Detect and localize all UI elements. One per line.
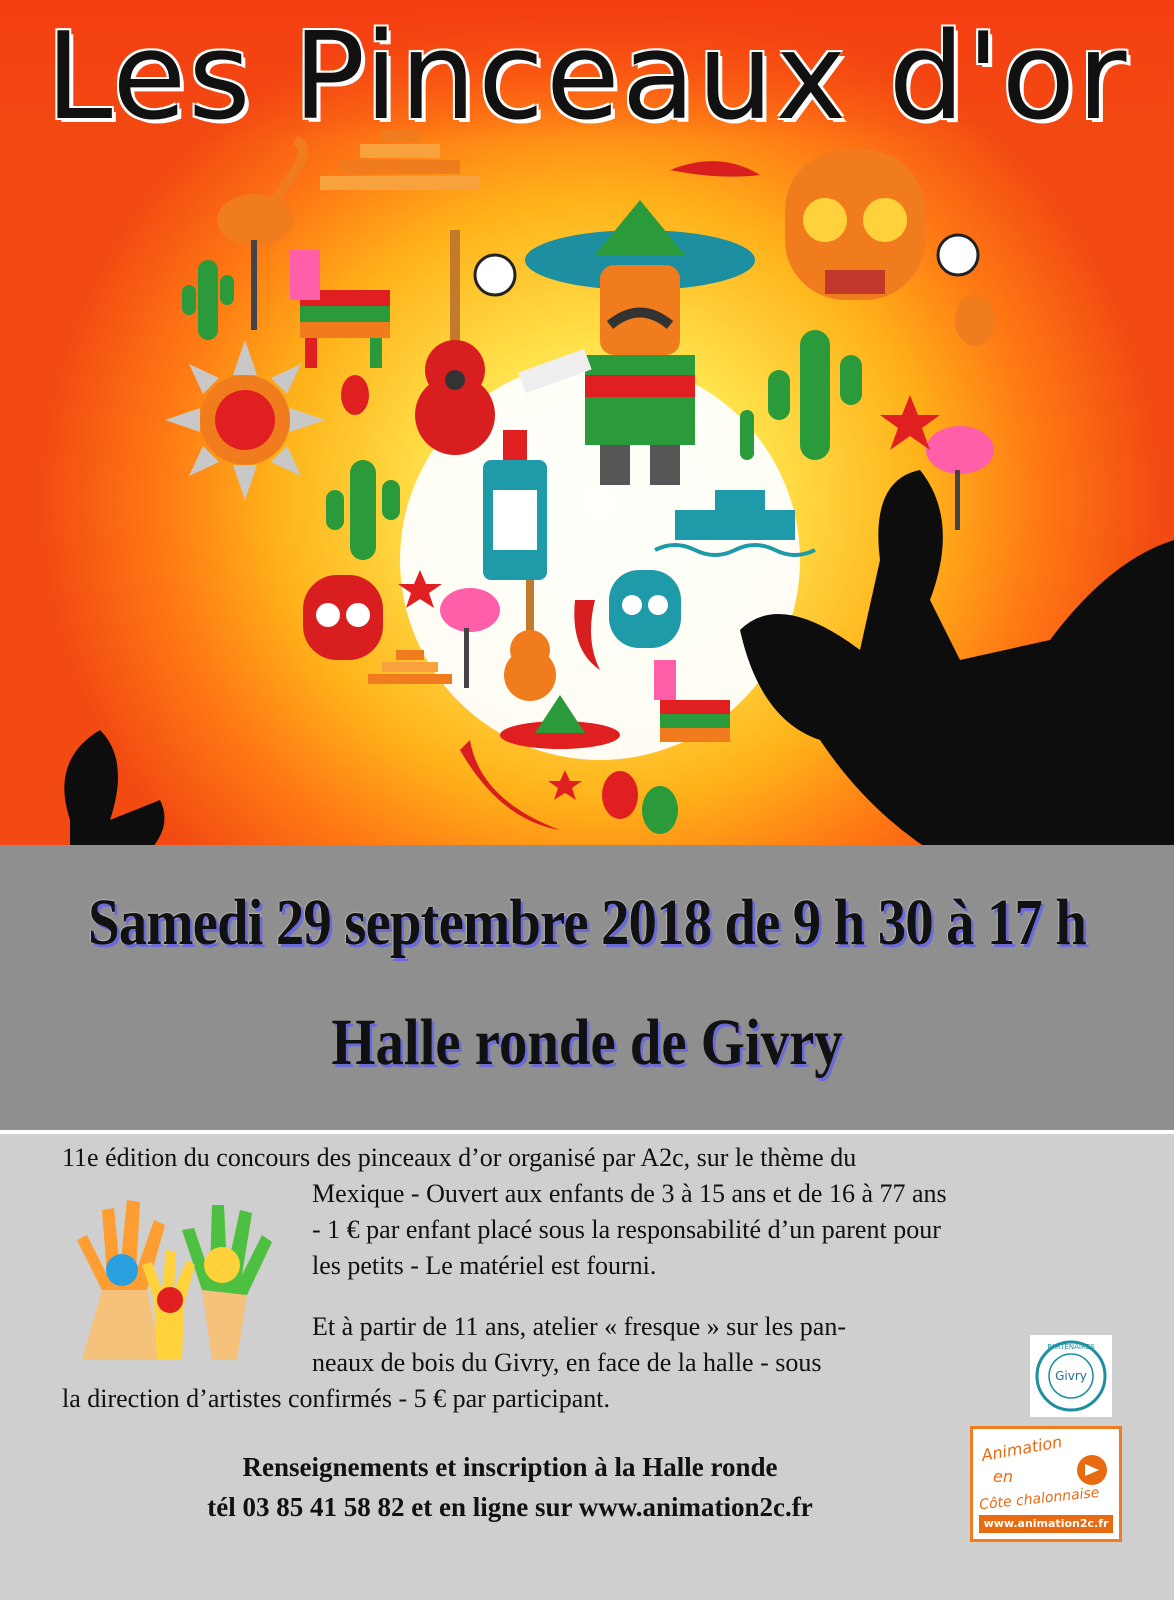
description-line-4: les petits - Le matériel est fourni. xyxy=(312,1251,657,1280)
poster-title: Les Pinceaux d'or xyxy=(45,8,1129,147)
skull-icon xyxy=(785,150,925,300)
red-skull-icon xyxy=(303,575,383,660)
event-venue: Halle ronde de Givry xyxy=(331,1006,843,1079)
description-line-7: la direction d’artistes confirmés - 5 € … xyxy=(62,1384,610,1413)
teal-skull-icon xyxy=(609,570,681,648)
a2c-line-2: en xyxy=(993,1467,1013,1486)
grape-arrow-icon xyxy=(1077,1455,1107,1485)
description-line-6: neaux de bois du Givry, en face de la ha… xyxy=(312,1348,822,1377)
description-line-3: - 1 € par enfant placé sous la responsab… xyxy=(312,1215,941,1244)
description-line-5: Et à partir de 11 ans, atelier « fresque… xyxy=(312,1312,847,1341)
a2c-line-3: Côte chalonnaise xyxy=(978,1484,1101,1514)
a2c-url: www.animation2c.fr xyxy=(979,1515,1113,1533)
hands-icon xyxy=(77,1200,272,1360)
contact-line-1: Renseignements et inscription à la Halle… xyxy=(242,1452,778,1482)
pinata-icon xyxy=(290,250,390,368)
a2c-partner-badge: Animation en Côte chalonnaise www.animat… xyxy=(970,1426,1122,1542)
givry-ring-text: PARTENAIRES xyxy=(1047,1343,1095,1351)
description-line-2: Mexique - Ouvert aux enfants de 3 à 15 a… xyxy=(312,1179,947,1208)
givry-partner-badge: Givry PARTENAIRES xyxy=(1030,1335,1112,1417)
sun-icon xyxy=(165,340,325,500)
painted-hands-image xyxy=(77,1200,272,1360)
a2c-line-1: Animation xyxy=(979,1432,1064,1465)
poster: Les Pinceaux d'or Samedi 29 septembre 20… xyxy=(0,0,1174,1600)
event-date: Samedi 29 septembre 2018 de 9 h 30 à 17 … xyxy=(87,886,1087,959)
givry-name: Givry xyxy=(1055,1369,1087,1383)
contact-line-2: tél 03 85 41 58 82 et en ligne sur www.a… xyxy=(207,1492,813,1522)
description-line-1: 11e édition du concours des pinceaux d’o… xyxy=(62,1143,857,1172)
givry-seal-icon: Givry PARTENAIRES xyxy=(1035,1340,1107,1412)
